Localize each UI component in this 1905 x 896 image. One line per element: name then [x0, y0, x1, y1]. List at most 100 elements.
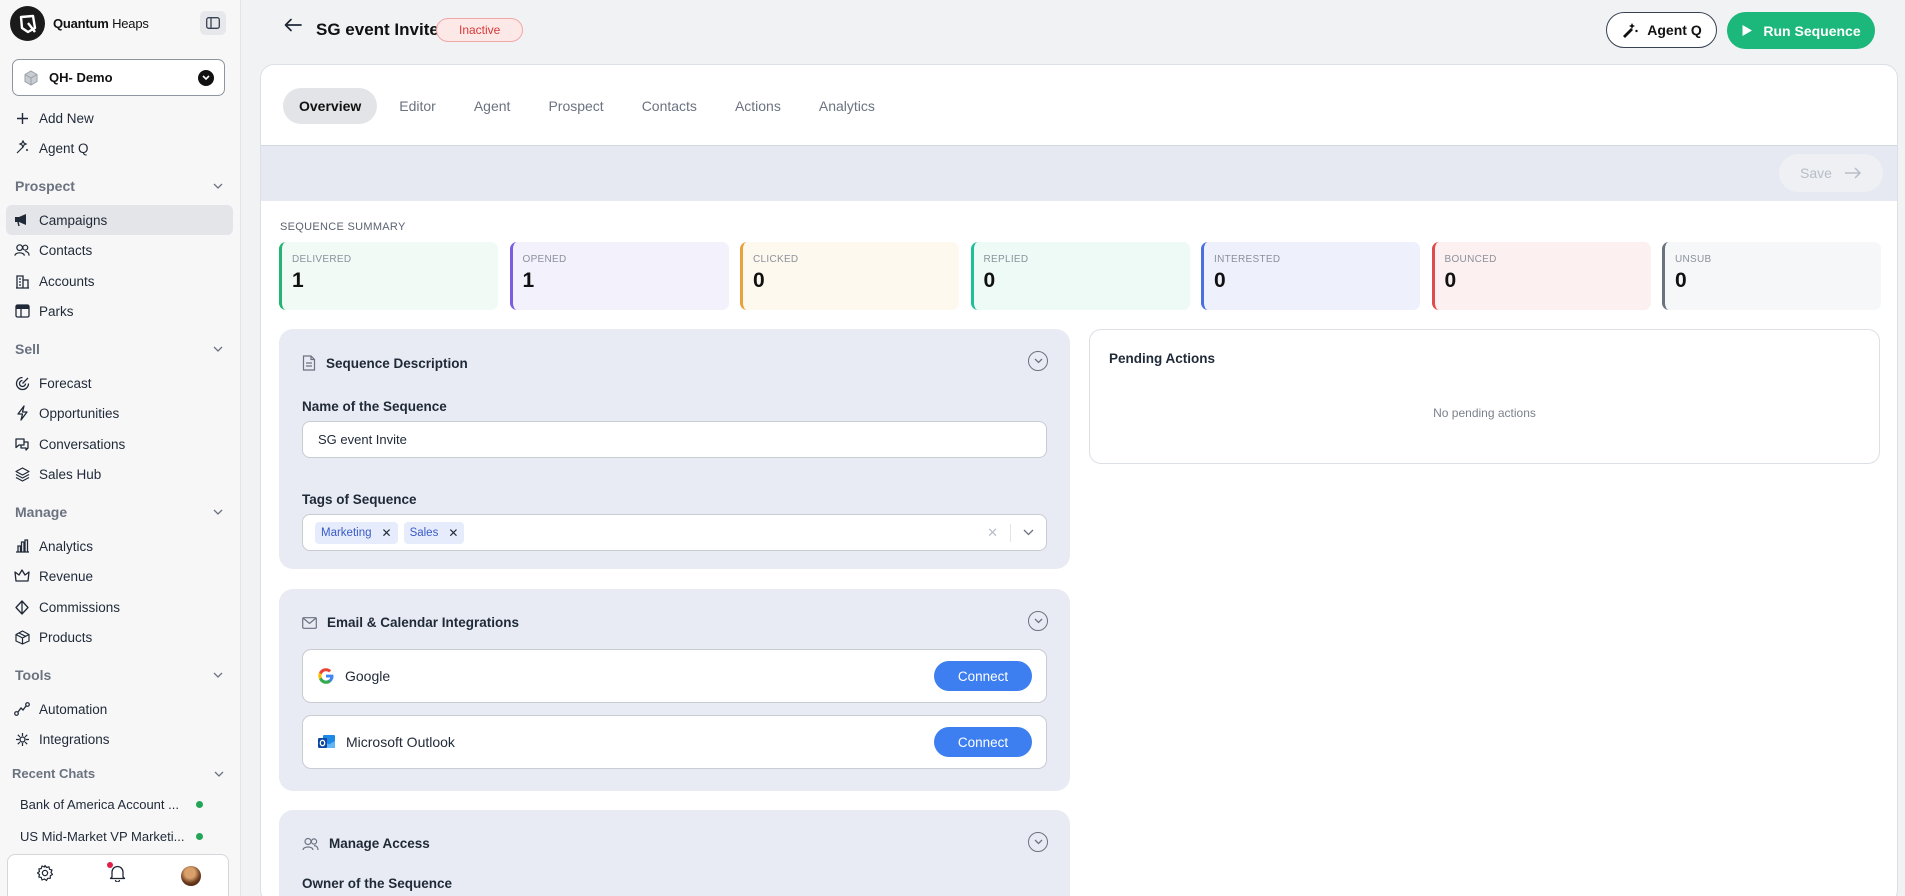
card-header: Sequence Description — [302, 355, 468, 371]
chevron-down-icon — [213, 672, 223, 678]
remove-tag-icon[interactable]: ✕ — [382, 526, 392, 540]
stat-card-bounced: BOUNCED 0 — [1431, 242, 1651, 310]
stat-card-delivered: DELIVERED 1 — [279, 242, 498, 310]
sidebar-item-contacts[interactable]: Contacts — [6, 235, 233, 265]
collapse-chevron-icon[interactable] — [1028, 832, 1048, 852]
tags-select[interactable]: Marketing ✕ Sales ✕ ✕ — [302, 514, 1047, 551]
tab-overview[interactable]: Overview — [283, 88, 378, 124]
name-label: Name of the Sequence — [302, 399, 447, 414]
brand-name: Quantum Heaps — [53, 16, 149, 31]
sidebar-footer — [7, 854, 229, 896]
lightning-icon — [14, 405, 30, 421]
save-button[interactable]: Save — [1779, 154, 1883, 192]
tags-label: Tags of Sequence — [302, 492, 417, 507]
sidebar-item-label: Campaigns — [39, 212, 108, 228]
stat-label: UNSUB — [1675, 254, 1712, 265]
tab-editor[interactable]: Editor — [383, 88, 452, 124]
bar-chart-icon — [14, 538, 30, 554]
tag-label: Marketing — [321, 526, 372, 539]
section-tools[interactable]: Tools — [15, 667, 223, 683]
stat-value: 0 — [1214, 269, 1226, 292]
cube-icon — [24, 69, 38, 86]
stat-card-replied: REPLIED 0 — [970, 242, 1190, 310]
owner-label: Owner of the Sequence — [302, 876, 453, 891]
tab-prospect[interactable]: Prospect — [532, 88, 619, 124]
sidebar-toggle-button[interactable] — [200, 11, 226, 35]
chevron-down-icon[interactable] — [1023, 529, 1034, 536]
sidebar-item-label: Opportunities — [39, 405, 120, 421]
sidebar-item-conversations[interactable]: Conversations — [6, 429, 233, 459]
notifications-bell-icon[interactable] — [106, 862, 126, 887]
run-sequence-button[interactable]: Run Sequence — [1727, 12, 1875, 49]
brand[interactable]: Quantum Heaps — [10, 6, 149, 41]
tab-actions[interactable]: Actions — [719, 88, 797, 124]
play-icon — [1742, 25, 1753, 36]
sidebar-item-label: Analytics — [39, 538, 94, 554]
card-title: Email & Calendar Integrations — [327, 615, 520, 630]
settings-icon[interactable] — [36, 864, 54, 887]
stat-value: 0 — [1444, 269, 1457, 292]
sidebar-item-integrations[interactable]: Integrations — [6, 724, 233, 754]
sidebar-item-analytics[interactable]: Analytics — [6, 531, 233, 561]
clear-all-icon[interactable]: ✕ — [987, 525, 998, 541]
sidebar-item-automation[interactable]: Automation — [6, 694, 233, 724]
sidebar-item-sales-hub[interactable]: Sales Hub — [6, 459, 233, 489]
collapse-chevron-icon[interactable] — [1028, 611, 1048, 631]
chevron-down-icon — [213, 346, 223, 352]
tab-contacts[interactable]: Contacts — [626, 88, 713, 124]
tag-chip: Marketing ✕ — [315, 521, 398, 544]
sequence-name-input[interactable]: SG event Invite — [302, 421, 1047, 458]
org-selector[interactable]: QH- Demo — [12, 59, 225, 96]
recent-chat-title: Bank of America Account ... — [20, 797, 179, 812]
megaphone-icon — [14, 212, 30, 228]
sidebar-item-campaigns[interactable]: Campaigns — [6, 205, 233, 235]
notification-badge — [106, 862, 113, 868]
connect-google-button[interactable]: Connect — [934, 661, 1032, 691]
sidebar-item-revenue[interactable]: Revenue — [6, 561, 233, 591]
section-prospect[interactable]: Prospect — [15, 178, 223, 194]
section-recent-chats[interactable]: Recent Chats — [12, 766, 224, 781]
add-new-label: Add New — [39, 110, 94, 126]
user-avatar[interactable] — [180, 865, 201, 886]
sidebar-item-opportunities[interactable]: Opportunities — [6, 398, 233, 428]
layers-icon — [14, 466, 30, 482]
connect-outlook-button[interactable]: Connect — [934, 727, 1032, 757]
stat-card-opened: OPENED 1 — [509, 242, 729, 310]
tab-agent[interactable]: Agent — [458, 88, 527, 124]
stat-card-clicked: CLICKED 0 — [740, 242, 959, 310]
section-sell[interactable]: Sell — [15, 341, 223, 357]
stat-card-interested: INTERESTED 0 — [1201, 242, 1420, 310]
sidebar-item-parks[interactable]: Parks — [6, 296, 233, 326]
outlook-logo-icon — [318, 735, 335, 748]
stat-value: 1 — [292, 269, 304, 292]
agent-q-nav[interactable]: Agent Q — [6, 133, 233, 163]
sequence-summary-label: SEQUENCE SUMMARY — [280, 221, 406, 233]
crown-icon — [14, 568, 30, 584]
sidebar-item-commissions[interactable]: Commissions — [6, 592, 233, 622]
section-manage[interactable]: Manage — [15, 504, 223, 520]
stat-label: CLICKED — [753, 254, 799, 265]
page-header: SG event Invite Inactive Agent Q Run Seq… — [241, 0, 1905, 60]
sparkle-icon — [14, 140, 30, 156]
recent-chat-item[interactable]: US Mid-Market VP Marketi... — [20, 829, 203, 844]
remove-tag-icon[interactable]: ✕ — [448, 526, 458, 540]
tag-label: Sales — [409, 526, 439, 539]
pending-actions-title: Pending Actions — [1109, 351, 1216, 366]
sidebar-item-accounts[interactable]: Accounts — [6, 266, 233, 296]
diamond-icon — [14, 599, 30, 615]
tab-analytics[interactable]: Analytics — [803, 88, 891, 124]
plus-icon — [14, 110, 30, 126]
sidebar-item-products[interactable]: Products — [6, 622, 233, 652]
back-arrow-icon[interactable] — [284, 18, 302, 37]
collapse-chevron-icon[interactable] — [1028, 351, 1048, 371]
sidebar-item-label: Automation — [39, 701, 108, 717]
online-status-dot — [196, 833, 203, 840]
run-sequence-label: Run Sequence — [1763, 22, 1861, 39]
recent-chat-item[interactable]: Bank of America Account ... — [20, 797, 203, 812]
agent-q-button[interactable]: Agent Q — [1606, 12, 1717, 48]
sidebar-item-forecast[interactable]: Forecast — [6, 368, 233, 398]
package-icon — [14, 629, 30, 645]
add-new-button[interactable]: Add New — [6, 103, 233, 133]
google-logo-icon — [318, 668, 334, 684]
arrow-right-icon — [1844, 167, 1862, 179]
